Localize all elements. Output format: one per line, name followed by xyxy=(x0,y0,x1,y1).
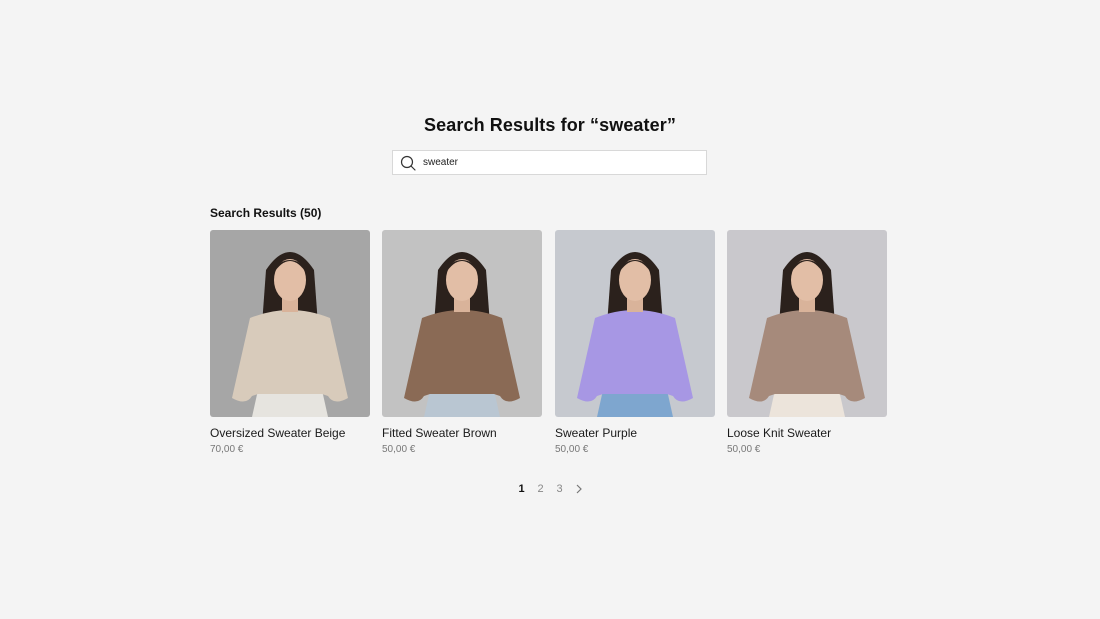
results-count-heading: Search Results (50) xyxy=(210,206,322,220)
search-results-page: Search Results for “sweater” Search Resu… xyxy=(0,0,1100,619)
search-input[interactable] xyxy=(423,152,693,173)
product-card[interactable]: Loose Knit Sweater 50,00 € xyxy=(727,230,887,460)
search-bar[interactable] xyxy=(392,150,707,175)
product-image[interactable] xyxy=(382,230,542,417)
product-name[interactable]: Loose Knit Sweater xyxy=(727,426,887,440)
page-link-3[interactable]: 3 xyxy=(550,483,569,495)
product-price: 70,00 € xyxy=(210,444,244,455)
pagination: 1 2 3 xyxy=(512,480,588,498)
product-name[interactable]: Sweater Purple xyxy=(555,426,715,440)
product-price: 50,00 € xyxy=(555,444,589,455)
product-grid: Oversized Sweater Beige 70,00 € Fitted S… xyxy=(210,230,887,460)
page-link-2[interactable]: 2 xyxy=(531,483,550,495)
page-link-1[interactable]: 1 xyxy=(512,483,531,495)
product-card[interactable]: Fitted Sweater Brown 50,00 € xyxy=(382,230,542,460)
product-card[interactable]: Oversized Sweater Beige 70,00 € xyxy=(210,230,370,460)
product-price: 50,00 € xyxy=(382,444,416,455)
product-name[interactable]: Oversized Sweater Beige xyxy=(210,426,370,440)
chevron-right-icon[interactable] xyxy=(569,484,588,494)
product-card[interactable]: Sweater Purple 50,00 € xyxy=(555,230,715,460)
product-image[interactable] xyxy=(555,230,715,417)
product-name[interactable]: Fitted Sweater Brown xyxy=(382,426,542,440)
product-image[interactable] xyxy=(210,230,370,417)
page-title: Search Results for “sweater” xyxy=(424,115,676,135)
product-price: 50,00 € xyxy=(727,444,761,455)
search-icon[interactable] xyxy=(393,151,423,174)
product-image[interactable] xyxy=(727,230,887,417)
